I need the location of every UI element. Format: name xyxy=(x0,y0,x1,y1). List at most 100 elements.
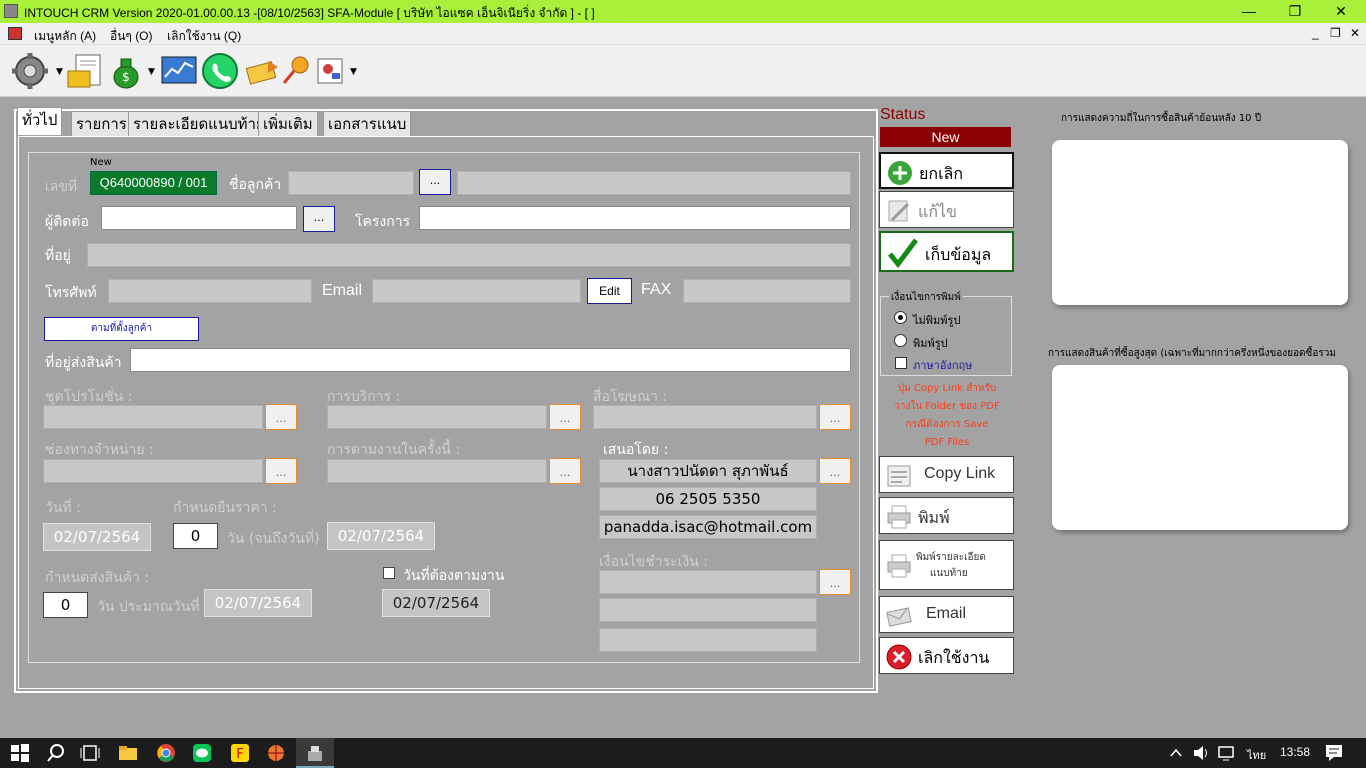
media-lookup-button[interactable]: ... xyxy=(819,404,851,430)
offered-by-lookup-button[interactable]: ... xyxy=(819,458,851,484)
settings-dropdown-icon[interactable]: ▼ xyxy=(56,67,63,77)
channel-lookup-button[interactable]: ... xyxy=(265,458,297,484)
promotion-lookup-button[interactable]: ... xyxy=(265,404,297,430)
tab-general[interactable]: ทั่วไป xyxy=(17,107,63,135)
quit-button[interactable]: เลิกใช้งาน xyxy=(879,637,1014,674)
email-field[interactable] xyxy=(372,279,581,303)
basketball-app-icon[interactable] xyxy=(266,743,286,763)
contact-lookup-button[interactable]: ... xyxy=(303,206,335,232)
minimize-button[interactable]: — xyxy=(1226,0,1272,23)
followup-lookup-button[interactable]: ... xyxy=(549,458,581,484)
volume-icon[interactable] xyxy=(1192,745,1210,761)
offered-by-email-field[interactable]: panadda.isac@hotmail.com xyxy=(599,515,817,539)
tab-documents[interactable]: เอกสารแนบ xyxy=(323,111,412,137)
clock[interactable]: 13:58 xyxy=(1280,745,1310,759)
price-valid-days-field[interactable]: 0 xyxy=(173,523,218,549)
payment-field-3[interactable] xyxy=(599,628,817,652)
ship-address-label: ที่อยู่ส่งสินค้า xyxy=(45,355,122,371)
delivery-days-field[interactable]: 0 xyxy=(43,592,88,618)
edit-label: แก้ไข xyxy=(918,202,957,221)
close-button[interactable]: ✕ xyxy=(1318,0,1364,23)
tray-expand-icon[interactable] xyxy=(1170,748,1182,758)
chrome-icon[interactable] xyxy=(156,743,176,763)
print-detail-button[interactable]: พิมพ์รายละเอียด แนบท้าย xyxy=(879,540,1014,590)
english-checkbox[interactable] xyxy=(895,357,907,369)
report-icon[interactable] xyxy=(314,51,354,91)
followup-field[interactable] xyxy=(327,459,547,483)
channel-field[interactable] xyxy=(43,459,263,483)
network-icon[interactable] xyxy=(1218,745,1236,761)
svg-text:F: F xyxy=(236,747,243,762)
service-field[interactable] xyxy=(327,405,547,429)
date-field[interactable]: 02/07/2564 xyxy=(43,523,151,551)
media-field[interactable] xyxy=(593,405,817,429)
cancel-button[interactable]: ยกเลิก xyxy=(879,152,1014,189)
pin-icon[interactable] xyxy=(278,51,318,91)
customer-lookup-button[interactable]: ... xyxy=(419,169,451,195)
menu-main[interactable]: เมนูหลัก (A) xyxy=(34,27,96,46)
tab-items[interactable]: รายการ xyxy=(71,111,132,137)
intouch-taskbar-item[interactable] xyxy=(296,738,334,768)
promotion-field[interactable] xyxy=(43,405,263,429)
followup-date-field[interactable]: 02/07/2564 xyxy=(382,589,490,617)
report-dropdown-icon[interactable]: ▼ xyxy=(350,67,357,77)
edit-email-button[interactable]: Edit xyxy=(587,278,632,304)
file-explorer-icon[interactable] xyxy=(118,743,138,763)
followup-date-checkbox[interactable] xyxy=(383,567,395,579)
notifications-icon[interactable] xyxy=(1325,744,1343,762)
payment-field-1[interactable] xyxy=(599,570,817,594)
customer-name-field[interactable] xyxy=(457,171,851,195)
menu-other[interactable]: อื่นๆ (O) xyxy=(110,27,153,46)
settings-gear-icon[interactable] xyxy=(10,51,50,91)
task-view-icon[interactable] xyxy=(80,743,100,763)
fax-field[interactable] xyxy=(683,279,851,303)
edit-button[interactable]: แก้ไข xyxy=(879,191,1014,228)
tab-more[interactable]: เพิ่มเติม xyxy=(258,111,318,137)
window-title: INTOUCH CRM Version 2020-01.00.00.13 -[0… xyxy=(24,6,595,20)
address-field[interactable] xyxy=(87,243,851,267)
mdi-close-button[interactable]: ✕ xyxy=(1350,26,1360,40)
line-app-icon[interactable] xyxy=(192,743,212,763)
payment-lookup-button[interactable]: ... xyxy=(819,569,851,595)
money-bag-icon[interactable]: $ xyxy=(110,51,150,91)
save-button[interactable]: เก็บข้อมูล xyxy=(879,231,1014,272)
input-language[interactable]: ไทย xyxy=(1247,746,1266,764)
quotation-icon[interactable] xyxy=(66,51,106,91)
windows-start-icon[interactable] xyxy=(10,743,30,763)
contact-field[interactable] xyxy=(101,206,297,230)
printer-icon xyxy=(887,505,911,529)
per-customer-address-button[interactable]: ตามที่ตั้งลูกค้า xyxy=(44,317,199,341)
search-icon[interactable] xyxy=(46,743,66,763)
ship-address-field[interactable] xyxy=(130,348,851,372)
copy-note-line: ปุ่ม Copy Link สำหรับ xyxy=(897,383,997,394)
service-lookup-button[interactable]: ... xyxy=(549,404,581,430)
tab-attachment-details[interactable]: รายละเอียดแนบท้าย xyxy=(128,111,270,137)
printer-detail-icon xyxy=(887,554,911,578)
customer-code-field[interactable] xyxy=(288,171,414,195)
offered-by-phone-field[interactable]: 06 2505 5350 xyxy=(599,487,817,511)
price-valid-date-field[interactable]: 02/07/2564 xyxy=(327,522,435,550)
offered-by-label: เสนอโดย : xyxy=(603,442,669,458)
mdi-minimize-button[interactable]: _ xyxy=(1312,26,1319,40)
chart-monitor-icon[interactable] xyxy=(160,51,200,91)
radio-no-image[interactable] xyxy=(894,311,907,324)
restore-button[interactable]: ❐ xyxy=(1272,0,1318,23)
intouch-app-icon xyxy=(308,746,322,761)
mdi-restore-button[interactable]: ❐ xyxy=(1330,26,1341,40)
whatsapp-icon[interactable] xyxy=(200,51,240,91)
delivery-date-field[interactable]: 02/07/2564 xyxy=(204,589,312,617)
payment-field-2[interactable] xyxy=(599,598,817,622)
menu-quit[interactable]: เลิกใช้งาน (Q) xyxy=(167,27,241,46)
phone-field[interactable] xyxy=(108,279,312,303)
email-action-label: Email xyxy=(926,605,967,622)
print-button[interactable]: พิมพ์ xyxy=(879,497,1014,534)
offered-by-name-field[interactable]: นางสาวปนัดดา สุภาพันธ์ xyxy=(599,459,817,483)
email-button[interactable]: Email xyxy=(879,596,1014,633)
copy-link-button[interactable]: Copy Link xyxy=(879,456,1014,493)
filezilla-icon[interactable]: F xyxy=(230,743,250,763)
project-field[interactable] xyxy=(419,206,851,230)
mdi-app-icon[interactable] xyxy=(8,27,22,40)
radio-image[interactable] xyxy=(894,334,907,347)
money-dropdown-icon[interactable]: ▼ xyxy=(148,67,155,77)
add-circle-icon xyxy=(888,161,912,185)
